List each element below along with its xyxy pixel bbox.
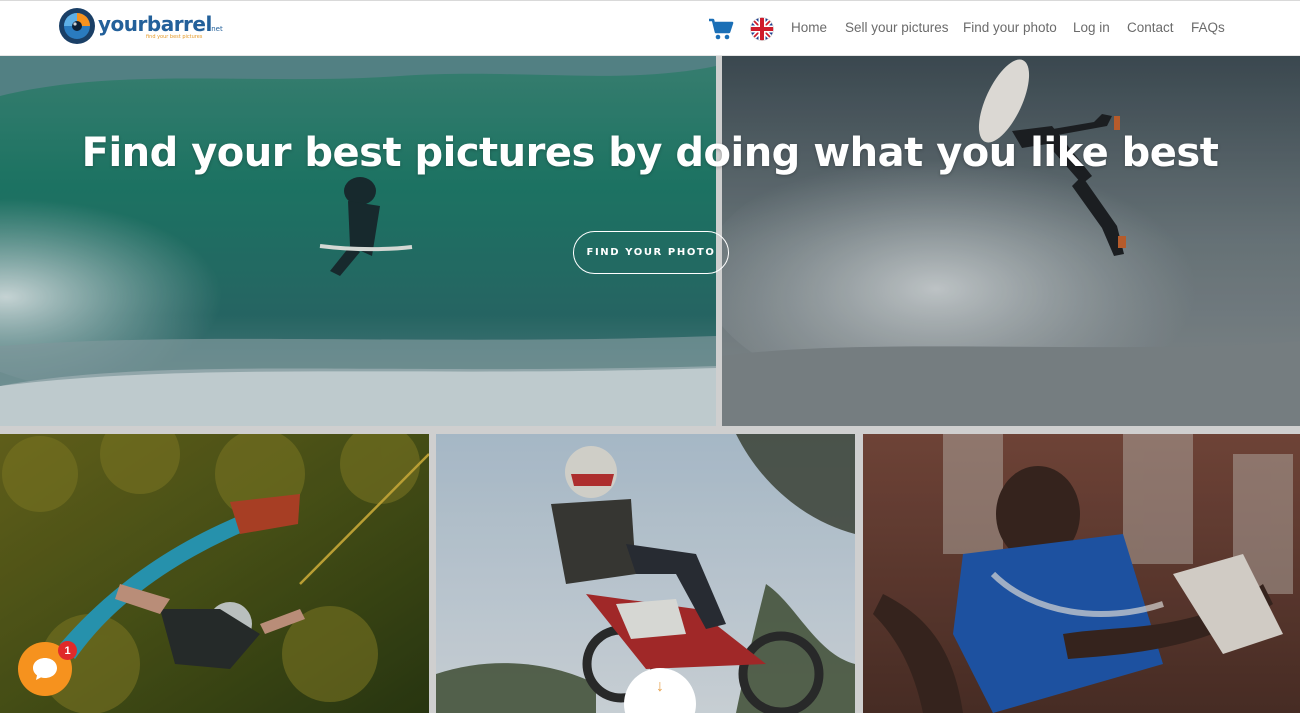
nav-faqs[interactable]: FAQs: [1191, 20, 1225, 35]
arrow-down-icon: ↓: [656, 678, 664, 695]
surfer-aerial-photo: [722, 56, 1300, 426]
camera-lens-logo-icon: [59, 8, 95, 44]
uk-flag-icon[interactable]: [750, 17, 774, 41]
chat-bubble-icon: [33, 658, 57, 680]
nav-contact[interactable]: Contact: [1127, 20, 1174, 35]
hero-title: Find your best pictures by doing what yo…: [81, 130, 1219, 176]
nav-find-your-photo[interactable]: Find your photo: [963, 20, 1057, 35]
site-logo[interactable]: yourbarrel .net find your best pictures: [58, 7, 228, 47]
logo-suffix: .net: [209, 25, 223, 33]
logo-tagline: find your best pictures: [146, 34, 203, 40]
nav-log-in[interactable]: Log in: [1073, 20, 1110, 35]
nav-sell-your-pictures[interactable]: Sell your pictures: [845, 20, 949, 35]
site-header: yourbarrel .net find your best pictures …: [0, 0, 1300, 56]
chat-notification-badge: 1: [58, 641, 77, 660]
nav-home[interactable]: Home: [791, 20, 827, 35]
basketball-player-photo: [863, 434, 1300, 713]
logo-wordmark: yourbarrel: [98, 12, 212, 36]
shopping-cart-icon[interactable]: [708, 17, 734, 41]
find-your-photo-button[interactable]: FIND YOUR PHOTO: [573, 231, 729, 274]
